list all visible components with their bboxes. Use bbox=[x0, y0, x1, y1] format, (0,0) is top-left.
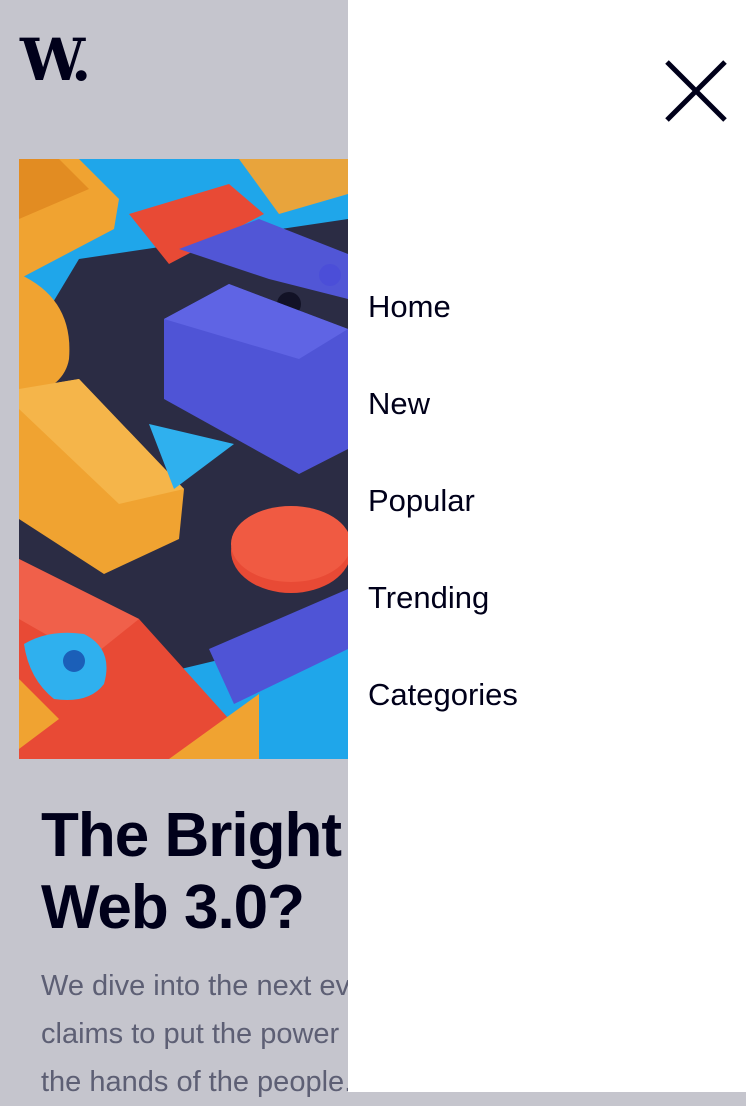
nav-item-home[interactable]: Home bbox=[368, 280, 518, 377]
navigation-drawer: Home New Popular Trending Categories bbox=[348, 0, 746, 1092]
nav-item-popular[interactable]: Popular bbox=[368, 474, 518, 571]
close-icon bbox=[665, 60, 727, 122]
nav-item-new[interactable]: New bbox=[368, 377, 518, 474]
close-button[interactable] bbox=[663, 58, 729, 124]
nav-item-trending[interactable]: Trending bbox=[368, 571, 518, 668]
nav-menu: Home New Popular Trending Categories bbox=[368, 280, 518, 765]
logo[interactable]: W. bbox=[20, 30, 91, 90]
nav-item-categories[interactable]: Categories bbox=[368, 668, 518, 765]
article-hero-image bbox=[19, 159, 348, 759]
abstract-blocks-illustration bbox=[19, 159, 348, 759]
page: W. The Bright Future of Web 3.0? We dive… bbox=[0, 0, 746, 1098]
